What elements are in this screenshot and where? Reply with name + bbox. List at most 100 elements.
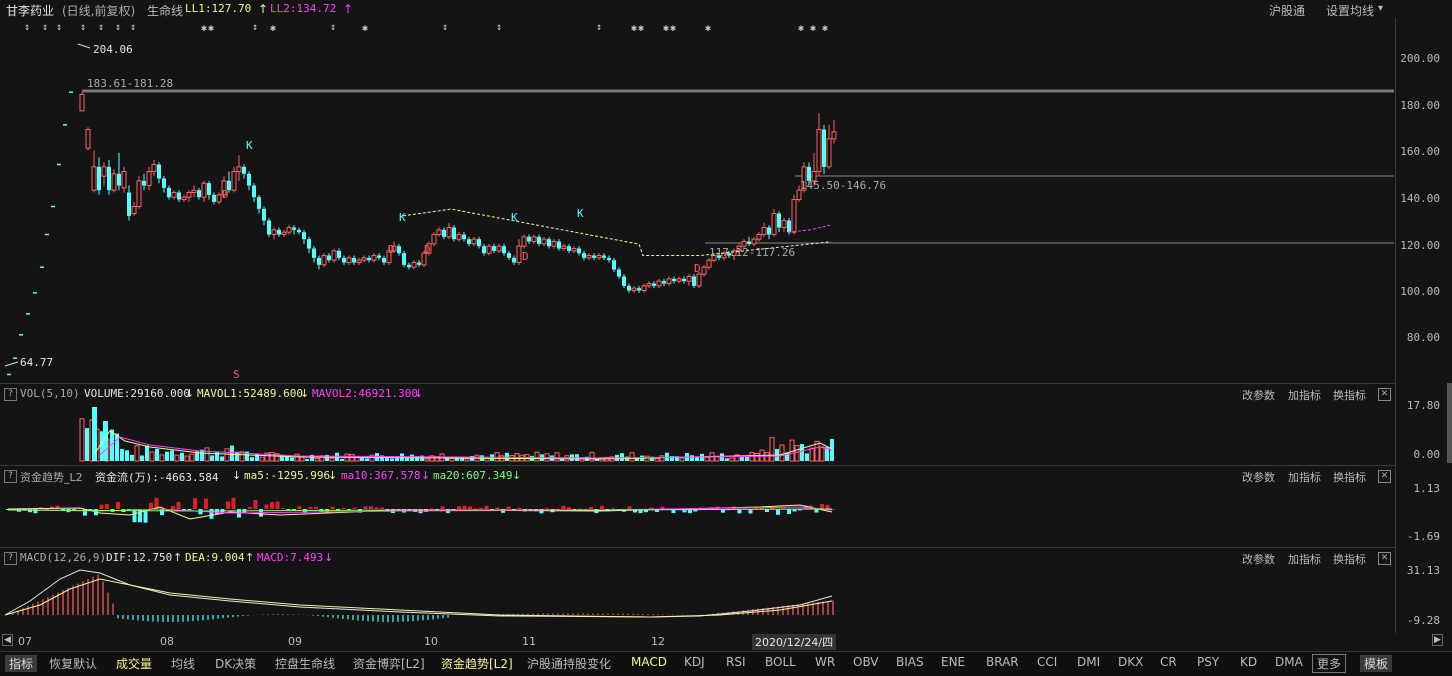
panel-divider <box>0 383 1395 384</box>
tab-6[interactable]: 控盘生命线 <box>275 655 335 672</box>
candle-body <box>302 232 306 240</box>
volume-bar <box>184 455 190 462</box>
scroll-right-button[interactable]: ▶ <box>1432 634 1443 646</box>
star-marker: ✱ <box>670 23 676 34</box>
tab-4[interactable]: 均线 <box>171 655 195 672</box>
volume-bar <box>170 450 174 461</box>
close-icon[interactable]: ✕ <box>1378 470 1391 483</box>
tab-22[interactable]: CR <box>1160 655 1177 669</box>
help-icon[interactable]: ? <box>4 388 17 401</box>
volume-bar <box>740 457 744 461</box>
flow-bar <box>484 505 489 509</box>
star-marker: ✱ <box>631 23 637 34</box>
tab-2[interactable]: 恢复默认 <box>49 655 97 672</box>
add-indicator-button[interactable]: 加指标 <box>1288 551 1321 567</box>
close-icon[interactable]: ✕ <box>1378 552 1391 565</box>
tab-25[interactable]: DMA <box>1275 655 1303 669</box>
price-axis-label: 180.00 <box>1400 99 1440 112</box>
tab-11[interactable]: KDJ <box>684 655 705 669</box>
ll1-arrow: ↑ <box>258 2 269 16</box>
candle-body <box>701 266 707 275</box>
price-axis-label: 120.00 <box>1400 239 1440 252</box>
tab-21[interactable]: DKX <box>1118 655 1143 669</box>
hk-connect-link[interactable]: 沪股通 <box>1269 2 1305 19</box>
tab-20[interactable]: DMI <box>1077 655 1100 669</box>
volume-bar <box>644 455 650 462</box>
tab-9[interactable]: 沪股通持股变化 <box>527 655 611 672</box>
flow-bar <box>457 506 461 509</box>
d-mark: D <box>388 243 395 256</box>
price-axis-label: 80.00 <box>1406 331 1440 344</box>
tab-24[interactable]: KD <box>1240 655 1257 669</box>
volume-bar <box>134 445 140 462</box>
flow-bar <box>600 505 604 509</box>
vertical-scrollbar[interactable] <box>1447 383 1452 463</box>
support-zone-label-upper: 145.50-146.76 <box>800 179 886 192</box>
swap-indicator-button[interactable]: 换指标 <box>1333 469 1366 485</box>
candle-body <box>417 262 421 265</box>
ma-settings-button[interactable]: 设置均线 <box>1326 2 1374 19</box>
help-icon[interactable]: ? <box>4 470 17 483</box>
tab-8[interactable]: 资金趋势[L2] <box>441 655 513 672</box>
flow-bar <box>589 507 593 509</box>
help-icon[interactable]: ? <box>4 552 17 565</box>
tab-13[interactable]: BOLL <box>765 655 796 669</box>
tab-18[interactable]: BRAR <box>986 655 1019 669</box>
month-label: 10 <box>424 635 438 648</box>
fund-flow-chart[interactable] <box>0 485 1398 547</box>
event-marker: ↕ <box>98 22 104 33</box>
volume-bar <box>360 457 364 461</box>
candle-body <box>257 197 261 209</box>
vol-indicator-name[interactable]: VOL(5,10) <box>20 387 80 400</box>
swap-indicator-button[interactable]: 换指标 <box>1333 387 1366 403</box>
stock-name[interactable]: 甘李药业 <box>6 2 54 19</box>
tab-3[interactable]: 成交量 <box>116 655 152 672</box>
event-marker: ↕ <box>442 22 448 33</box>
tab-16[interactable]: BIAS <box>896 655 924 669</box>
swap-indicator-button[interactable]: 换指标 <box>1333 551 1366 567</box>
candle-body <box>107 166 111 191</box>
flow-bar <box>33 509 38 514</box>
tab-12[interactable]: RSI <box>726 655 746 669</box>
tab-23[interactable]: PSY <box>1197 655 1219 669</box>
tab-1[interactable]: 指标 <box>5 655 38 672</box>
tab-27[interactable]: 模板 <box>1360 655 1393 672</box>
candle-body <box>337 250 341 258</box>
price-chart[interactable]: 204.06 64.77 183.61-181.28 145.50-146.76… <box>0 18 1398 383</box>
tab-26[interactable]: 更多 <box>1312 654 1347 673</box>
add-indicator-button[interactable]: 加指标 <box>1288 387 1321 403</box>
tab-5[interactable]: DK决策 <box>215 655 256 672</box>
change-params-button[interactable]: 改参数 <box>1242 387 1275 403</box>
volume-bar <box>140 455 144 461</box>
tab-19[interactable]: CCI <box>1037 655 1057 669</box>
macd-indicator-name[interactable]: MACD(12,26,9) <box>20 551 106 564</box>
tab-14[interactable]: WR <box>815 655 835 669</box>
tab-7[interactable]: 资金博弈[L2] <box>353 655 425 672</box>
flow-indicator-name[interactable]: 资金趋势_L2 <box>20 469 83 485</box>
change-params-button[interactable]: 改参数 <box>1242 469 1275 485</box>
candle-body <box>407 264 411 268</box>
chevron-down-icon[interactable]: ▾ <box>1378 3 1383 14</box>
tab-15[interactable]: OBV <box>853 655 879 669</box>
macd-chart[interactable] <box>0 567 1398 631</box>
close-icon[interactable]: ✕ <box>1378 388 1391 401</box>
flow-bar <box>611 508 615 510</box>
volume-chart[interactable] <box>0 403 1398 465</box>
tab-10[interactable]: MACD <box>631 655 667 669</box>
star-marker: ✱ <box>822 23 828 34</box>
tab-17[interactable]: ENE <box>941 655 965 669</box>
change-params-button[interactable]: 改参数 <box>1242 551 1275 567</box>
volume-bar <box>224 448 230 462</box>
event-marker: ↕ <box>130 22 136 33</box>
chart-header: 甘李药业 (日线,前复权) 生命线 LL1:127.70 ↑ LL2:134.7… <box>0 0 1452 20</box>
candle-body <box>652 283 656 286</box>
scroll-left-button[interactable]: ◀ <box>2 634 13 646</box>
flow-bar <box>231 497 236 509</box>
macd-arrow: ↓ <box>324 551 334 564</box>
flow-bar <box>567 507 571 509</box>
candle-body <box>822 129 826 167</box>
candle-body <box>131 206 137 215</box>
candle-body <box>191 189 197 194</box>
candle-body <box>756 234 762 240</box>
add-indicator-button[interactable]: 加指标 <box>1288 469 1321 485</box>
